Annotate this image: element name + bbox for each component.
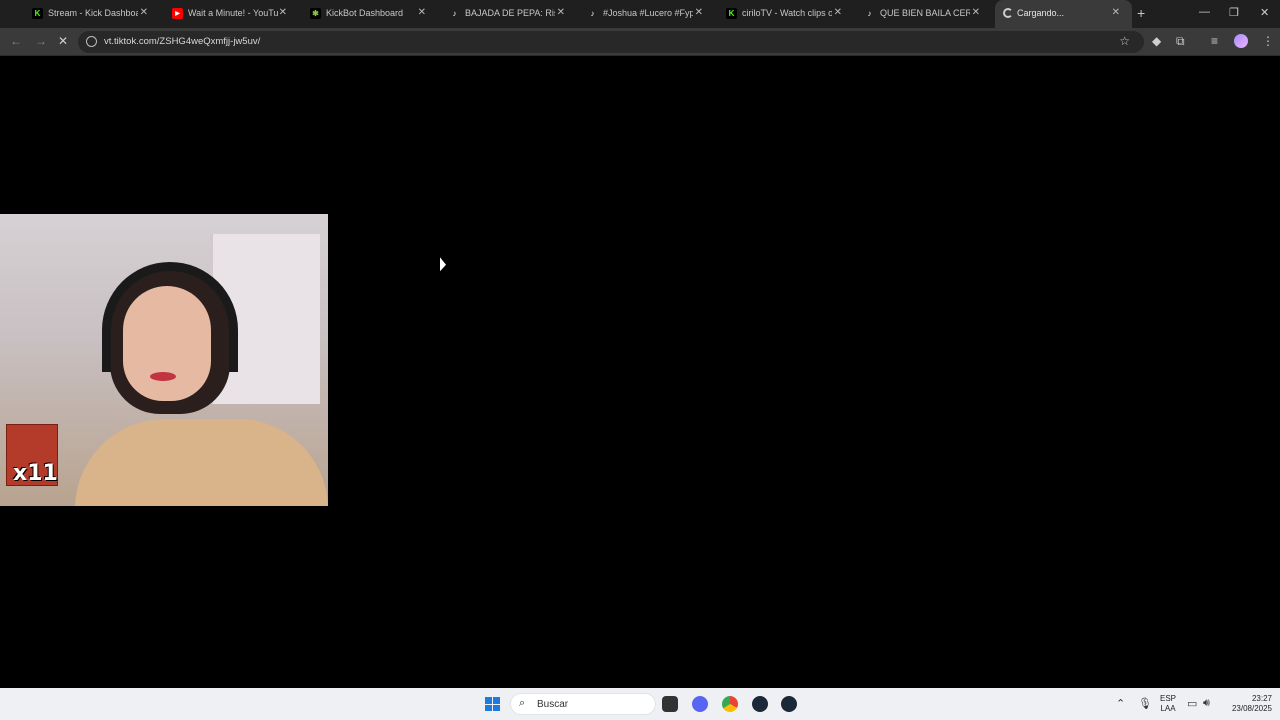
tab-loading[interactable]: Cargando... ✕	[995, 0, 1132, 28]
stop-icon[interactable]: ✕	[58, 34, 68, 48]
chevron-up-icon[interactable]: ⌃	[1116, 697, 1125, 710]
tiktok-icon: ♪	[590, 9, 595, 18]
multiplier-text: x11	[13, 461, 58, 486]
tab-youtube[interactable]: ▶ Wait a Minute! - YouTube ✕	[140, 0, 299, 28]
person-body	[75, 419, 328, 506]
kickbot-icon: ✱	[310, 8, 321, 19]
language-indicator[interactable]: ESP LAA	[1157, 694, 1179, 714]
close-icon[interactable]: ✕	[1112, 7, 1120, 18]
tab-title: Wait a Minute! - YouTube	[188, 8, 278, 18]
search-placeholder: Buscar	[537, 699, 569, 710]
mouse-cursor	[440, 257, 446, 275]
tab-kick-dashboard[interactable]: K Stream - Kick Dashboard ✕	[0, 0, 160, 28]
extension-diamond-icon[interactable]: ◆	[1152, 34, 1161, 48]
minimize-icon[interactable]: —	[1199, 6, 1210, 18]
profile-avatar[interactable]	[1234, 34, 1248, 48]
close-window-icon[interactable]: ✕	[1260, 6, 1269, 19]
video-player[interactable]: x11	[0, 214, 328, 506]
tab-title: QUE BIEN BAILA CERDIN	[880, 8, 970, 18]
clock[interactable]: 23:27 23/08/2025	[1224, 694, 1272, 714]
microphone-icon[interactable]: 🎙︎	[1138, 697, 1152, 710]
tab-cirilotv[interactable]: K ciriloTV - Watch clips on ✕	[694, 0, 854, 28]
extensions-puzzle-icon[interactable]: ⧉	[1176, 34, 1185, 49]
taskbar: ⌕ Buscar ⌃ 🎙︎ ESP LAA ▭ 🔊︎ 23:27 23/08/2…	[0, 688, 1280, 720]
chrome-icon[interactable]	[722, 696, 738, 712]
close-icon[interactable]: ✕	[972, 7, 980, 18]
bookmark-star-icon[interactable]: ☆	[1119, 34, 1130, 48]
volume-icon[interactable]: 🔊︎	[1203, 697, 1210, 710]
taskbar-search[interactable]: ⌕ Buscar	[510, 693, 656, 715]
media-control-icon[interactable]: ≡	[1211, 34, 1218, 48]
tab-title: KickBot Dashboard	[326, 8, 404, 18]
network-icon[interactable]: ▭	[1187, 697, 1197, 710]
address-bar[interactable]: vt.tiktok.com/ZSHG4weQxmfjj-jw5uv/ ☆	[78, 31, 1144, 53]
file-explorer-icon[interactable]	[662, 696, 678, 712]
menu-kebab-icon[interactable]: ⋮	[1262, 34, 1274, 48]
new-tab-button[interactable]: +	[1137, 5, 1145, 21]
site-info-icon[interactable]	[86, 36, 97, 47]
tab-kickbot[interactable]: ✱ KickBot Dashboard ✕	[278, 0, 438, 28]
search-icon: ⌕	[519, 697, 526, 709]
url-text: vt.tiktok.com/ZSHG4weQxmfjj-jw5uv/	[104, 36, 261, 47]
language-primary: ESP	[1159, 694, 1176, 703]
tab-tiktok-joshua[interactable]: ♪ #Joshua #Lucero #Fyp #V ✕	[555, 0, 715, 28]
language-secondary: LAA	[1160, 704, 1176, 713]
clock-time: 23:27	[1251, 694, 1272, 703]
tab-tiktok-cerdin[interactable]: ♪ QUE BIEN BAILA CERDIN ✕	[832, 0, 992, 28]
kick-icon: K	[726, 8, 737, 19]
steam-icon[interactable]	[781, 696, 797, 712]
tab-title: #Joshua #Lucero #Fyp #V	[603, 8, 693, 18]
windows-start-icon[interactable]	[485, 697, 500, 711]
tab-title: Cargando...	[1017, 8, 1065, 18]
tab-title: BAJADA DE PEPA: Risas y	[465, 8, 555, 18]
tab-title: ciriloTV - Watch clips on	[742, 8, 832, 18]
loading-icon	[1003, 8, 1013, 18]
person-lips	[150, 372, 176, 381]
tab-strip: K Stream - Kick Dashboard ✕ ▶ Wait a Min…	[0, 0, 1280, 28]
multiplier-badge: x11	[6, 424, 58, 486]
restore-icon[interactable]: ❐	[1229, 6, 1239, 19]
page-content: x11	[0, 57, 1280, 688]
youtube-icon: ▶	[172, 8, 183, 19]
back-icon[interactable]: ←	[10, 34, 22, 48]
kick-icon: K	[32, 8, 43, 19]
forward-icon[interactable]: →	[35, 34, 47, 48]
discord-icon[interactable]	[692, 696, 708, 712]
tiktok-icon: ♪	[452, 9, 457, 18]
tiktok-icon: ♪	[867, 9, 872, 18]
obs-icon[interactable]	[752, 696, 768, 712]
tab-tiktok-bajada[interactable]: ♪ BAJADA DE PEPA: Risas y ✕	[417, 0, 577, 28]
browser-toolbar: ← → ✕ vt.tiktok.com/ZSHG4weQxmfjj-jw5uv/…	[0, 28, 1280, 56]
clock-date: 23/08/2025	[1231, 704, 1272, 713]
tab-title: Stream - Kick Dashboard	[48, 8, 138, 18]
